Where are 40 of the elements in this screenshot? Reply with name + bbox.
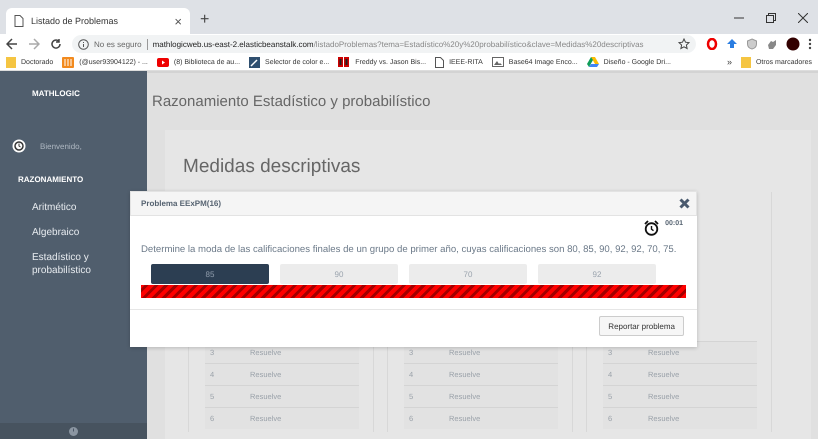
double-square-icon [338,57,350,67]
address-bar[interactable]: No es seguro mathlogicweb.us-east-2.elasticbeanstalk.com/listadoProblemas?tema=Estadístico%20y%20probabilístico&clave=Medidas%20descriptivas [72,35,696,53]
restore-icon[interactable] [766,13,776,23]
new-tab-button[interactable]: + [200,11,210,29]
close-icon[interactable] [798,13,808,23]
url-text: mathlogicweb.us-east-2.elasticbeanstalk.com/listadoProblemas?tema=Estadístico%20y%20probabilístico&clave=Medidas%20descriptivas [152,40,644,48]
play-icon [156,58,169,66]
clock-icon [12,139,26,153]
info-icon [78,38,89,50]
answer-option[interactable]: 85 [151,264,269,284]
power-icon[interactable] [69,426,78,436]
star-icon[interactable] [678,38,690,50]
tab-title: Listado de Problemas [31,16,120,26]
folder-icon [6,56,16,68]
avatar-icon[interactable] [786,37,800,51]
image-icon [492,57,504,67]
back-icon[interactable] [6,38,18,50]
shield-icon[interactable] [746,38,758,50]
page-title: Razonamiento Estadístico y probabilístico [152,93,432,110]
tab-close-button[interactable]: × [174,14,182,28]
close-icon[interactable] [679,198,690,209]
card-title: Medidas descriptivas [183,156,362,178]
reload-icon[interactable] [50,38,62,50]
brand-name: MATHLOGIC [31,88,81,100]
menu-icon[interactable] [808,38,812,50]
dialog-title: Problema EExPM(16) [141,199,222,208]
eyedropper-icon [249,56,260,68]
arrow-up-icon[interactable] [726,38,738,50]
security-label: No es seguro [94,40,142,48]
alarm-clock-icon [644,220,660,236]
welcome-text: Bienvenido, [40,142,82,150]
page-icon [14,15,24,27]
browser-tab[interactable]: Listado de Problemas × [6,8,190,34]
section-heading: RAZONAMIENTO [17,174,84,186]
report-problem-button[interactable]: Reportar problema [599,316,684,336]
triangle-icon [586,57,599,67]
more-bookmarks-button[interactable]: » [726,57,732,67]
question-text: Determine la moda de las calificaciones finales de un grupo de primer año, cuyas calificaciones son 80, 85, 90, 92, 92, 70, 75. [141,244,678,256]
page-icon [435,56,444,68]
folder-icon [740,56,751,68]
